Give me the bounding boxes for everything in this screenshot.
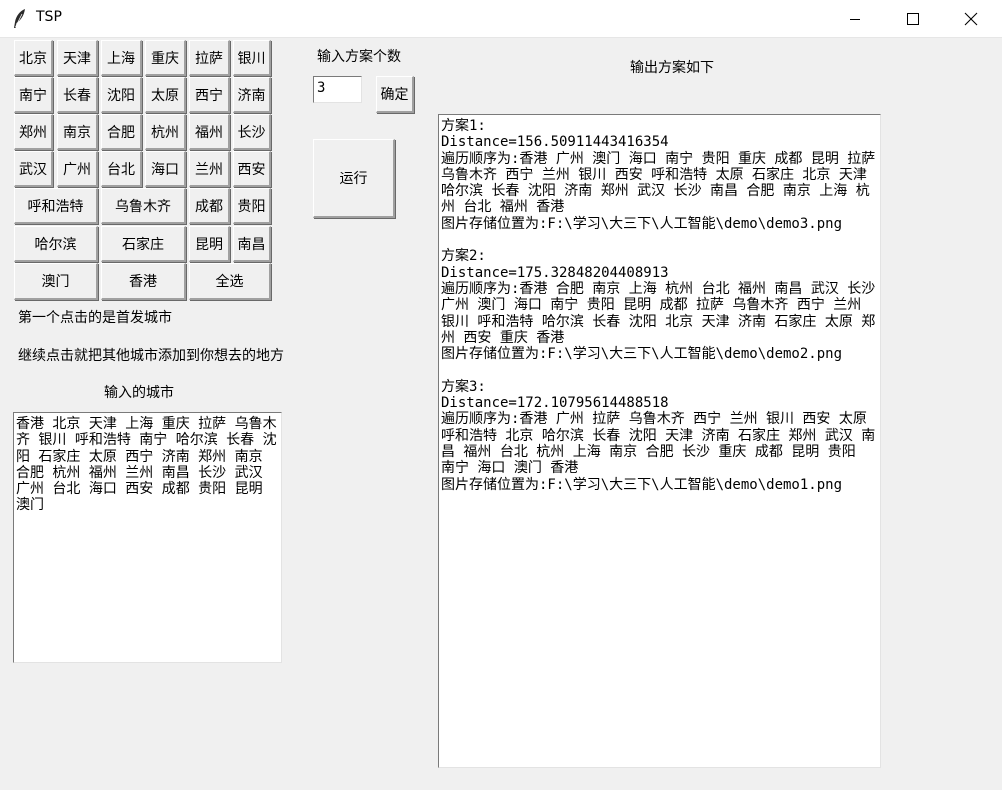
close-button[interactable] bbox=[942, 0, 1000, 38]
city-button-guangzhou[interactable]: 广州 bbox=[57, 151, 98, 187]
city-button-changsha[interactable]: 长沙 bbox=[233, 114, 271, 150]
city-button-aomen[interactable]: 澳门 bbox=[14, 263, 98, 300]
city-button-kunming[interactable]: 昆明 bbox=[189, 226, 230, 262]
city-button-nanchang[interactable]: 南昌 bbox=[233, 226, 271, 262]
city-button-zhengzhou[interactable]: 郑州 bbox=[14, 114, 53, 150]
run-button[interactable]: 运行 bbox=[313, 139, 395, 218]
city-button-beijing[interactable]: 北京 bbox=[14, 40, 53, 76]
city-button-xian[interactable]: 西安 bbox=[233, 151, 271, 187]
city-button-lasa[interactable]: 拉萨 bbox=[189, 40, 230, 76]
city-button-haikou[interactable]: 海口 bbox=[145, 151, 186, 187]
city-button-lanzhou[interactable]: 兰州 bbox=[189, 151, 230, 187]
close-icon bbox=[964, 12, 978, 26]
confirm-button[interactable]: 确定 bbox=[376, 76, 414, 113]
select-all-button[interactable]: 全选 bbox=[189, 263, 271, 300]
city-button-shenyang[interactable]: 沈阳 bbox=[101, 77, 142, 113]
city-button-hangzhou[interactable]: 杭州 bbox=[145, 114, 186, 150]
city-button-huhehaote[interactable]: 呼和浩特 bbox=[14, 188, 98, 224]
maximize-icon bbox=[907, 13, 919, 25]
city-button-nanjing[interactable]: 南京 bbox=[57, 114, 98, 150]
city-button-fuzhou[interactable]: 福州 bbox=[189, 114, 230, 150]
city-button-haerbin[interactable]: 哈尔滨 bbox=[14, 226, 98, 262]
minimize-button[interactable] bbox=[826, 0, 884, 38]
city-button-wulumuqi[interactable]: 乌鲁木齐 bbox=[101, 188, 186, 224]
feather-icon bbox=[14, 9, 25, 28]
city-button-nanning[interactable]: 南宁 bbox=[14, 77, 53, 113]
continue-click-hint: 继续点击就把其他城市添加到你想去的地方 bbox=[18, 348, 284, 364]
city-button-xianggang[interactable]: 香港 bbox=[101, 263, 186, 300]
plan-count-input[interactable]: 3 bbox=[313, 76, 362, 103]
city-button-changchun[interactable]: 长春 bbox=[57, 77, 98, 113]
city-button-taibei[interactable]: 台北 bbox=[101, 151, 142, 187]
city-button-wuhan[interactable]: 武汉 bbox=[14, 151, 53, 187]
city-button-jinan[interactable]: 济南 bbox=[233, 77, 271, 113]
city-button-hefei[interactable]: 合肥 bbox=[101, 114, 142, 150]
input-cities-textarea[interactable]: 香港 北京 天津 上海 重庆 拉萨 乌鲁木齐 银川 呼和浩特 南宁 哈尔滨 长春… bbox=[13, 412, 282, 663]
first-click-hint: 第一个点击的是首发城市 bbox=[18, 310, 172, 326]
city-button-chengdu[interactable]: 成都 bbox=[189, 188, 230, 224]
city-button-shijiazhuang[interactable]: 石家庄 bbox=[101, 226, 186, 262]
title-bar: TSP bbox=[0, 0, 1002, 38]
city-button-guiyang[interactable]: 贵阳 bbox=[233, 188, 271, 224]
window-title: TSP bbox=[36, 9, 62, 25]
maximize-button[interactable] bbox=[884, 0, 942, 38]
city-button-shanghai[interactable]: 上海 bbox=[101, 40, 142, 76]
city-button-xining[interactable]: 西宁 bbox=[189, 77, 230, 113]
output-textarea[interactable]: 方案1: Distance=156.50911443416354 遍历顺序为:香… bbox=[438, 114, 881, 768]
city-button-chongqing[interactable]: 重庆 bbox=[145, 40, 186, 76]
input-cities-label: 输入的城市 bbox=[104, 385, 174, 401]
city-button-tianjin[interactable]: 天津 bbox=[57, 40, 98, 76]
plan-count-label: 输入方案个数 bbox=[317, 49, 401, 65]
city-button-taiyuan[interactable]: 太原 bbox=[145, 77, 186, 113]
city-button-yinchuan[interactable]: 银川 bbox=[233, 40, 271, 76]
output-label: 输出方案如下 bbox=[630, 60, 714, 76]
minimize-icon bbox=[850, 19, 860, 20]
